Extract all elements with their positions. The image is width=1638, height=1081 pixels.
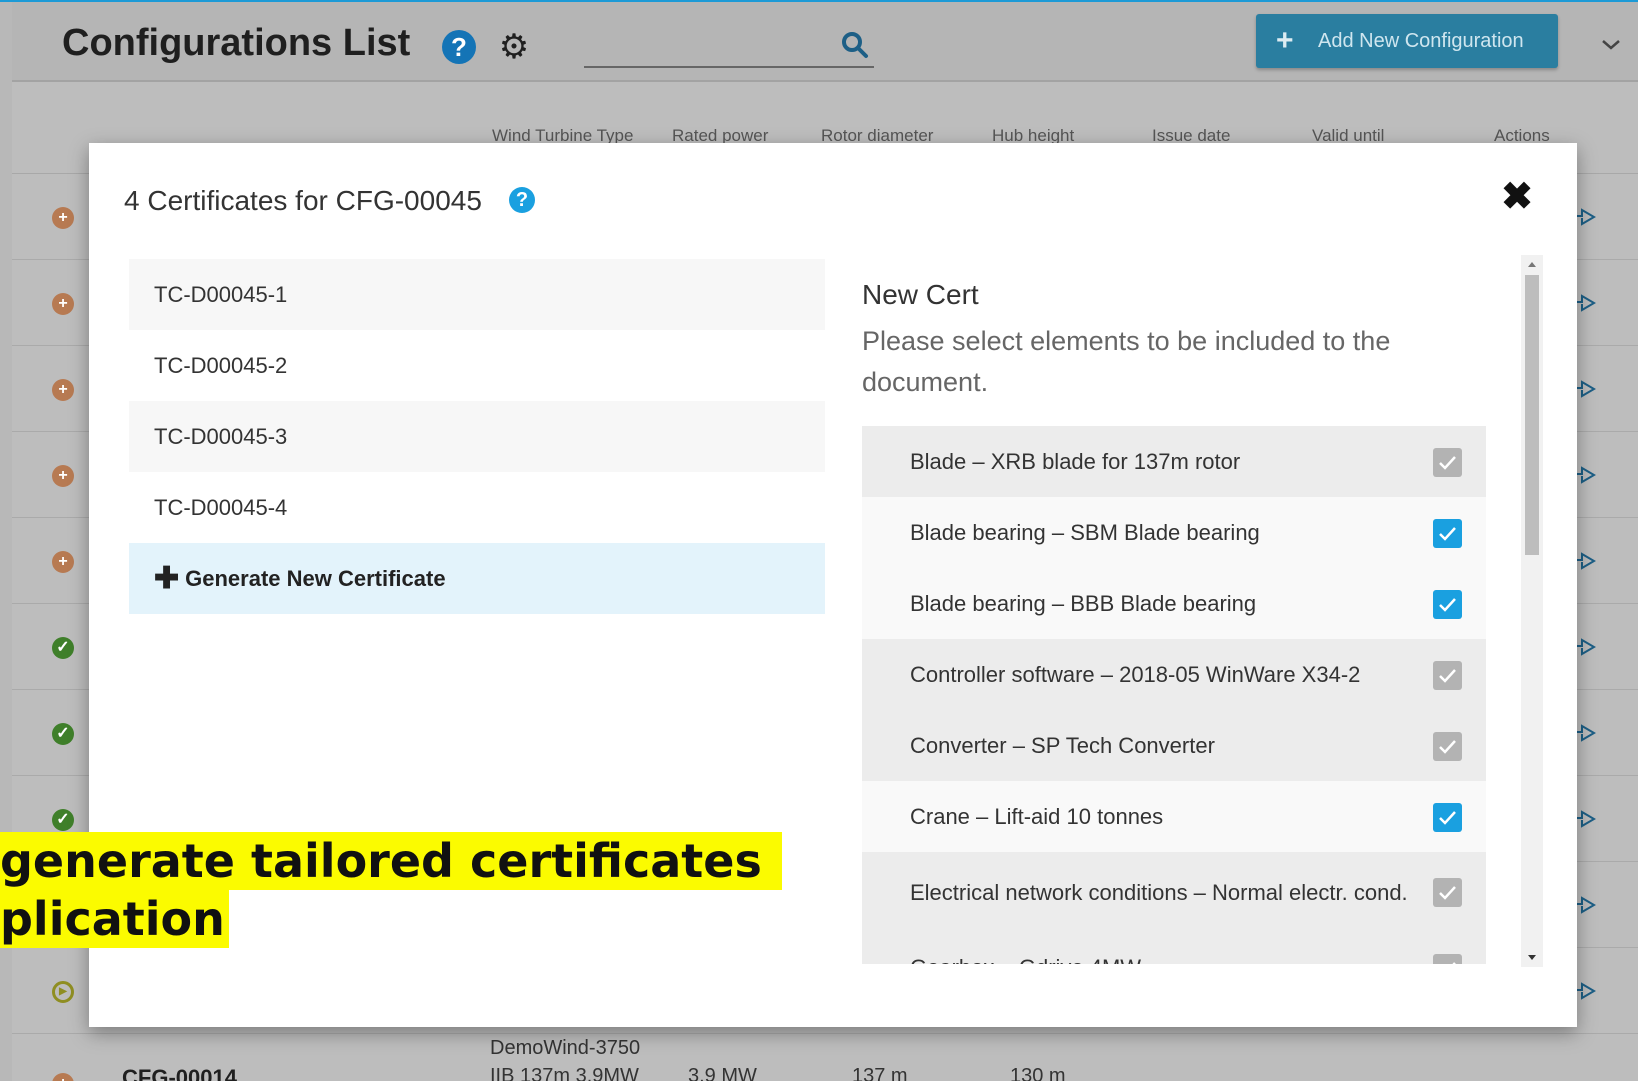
gear-icon[interactable]: ⚙ — [497, 30, 531, 64]
check-icon — [1439, 598, 1456, 612]
element-row[interactable]: Blade bearing – SBM Blade bearing — [862, 497, 1486, 568]
caption-line-2: plication — [0, 890, 229, 948]
turbine-type-line1: DemoWind-3750 — [490, 1037, 641, 1059]
check-icon — [1439, 527, 1456, 541]
search-box — [584, 24, 874, 68]
table-row[interactable]: + CFG-00014 DemoWind-3750 IIB 137m 3.9MW… — [12, 1027, 1638, 1081]
generate-new-certificate-label: Generate New Certificate — [185, 566, 446, 591]
element-label: Electrical network conditions – Normal e… — [910, 879, 1408, 905]
element-label: Controller software – 2018-05 WinWare X3… — [910, 662, 1361, 687]
approved-status-icon: ✓ — [52, 723, 74, 745]
checkbox-disabled — [1433, 661, 1462, 690]
help-icon[interactable]: ? — [509, 187, 535, 213]
element-label: Blade – XRB blade for 137m rotor — [910, 449, 1241, 474]
check-icon — [1439, 456, 1456, 470]
pending-status-icon: + — [52, 207, 74, 229]
check-icon — [1439, 886, 1456, 900]
pending-status-icon: + — [52, 293, 74, 315]
scroll-down-icon[interactable] — [1521, 947, 1543, 967]
checkbox[interactable] — [1433, 519, 1462, 548]
checkbox[interactable] — [1433, 590, 1462, 619]
check-icon — [1452, 962, 1456, 964]
certificate-item[interactable]: TC-D00045-1 — [129, 259, 825, 330]
new-cert-panel: New Cert Please select elements to be in… — [860, 259, 1492, 964]
plus-icon: + — [1276, 24, 1294, 57]
element-label: Converter – SP Tech Converter — [910, 733, 1215, 758]
pending-status-icon: + — [52, 1073, 74, 1081]
checkbox[interactable] — [1433, 803, 1462, 832]
modal-title: 4 Certificates for CFG-00045 — [124, 185, 482, 216]
check-icon — [1439, 811, 1456, 825]
element-label: Gearbox – Gdrive 4MW — [910, 932, 1410, 964]
add-new-configuration-button[interactable]: + Add New Configuration — [1256, 14, 1558, 68]
help-icon[interactable]: ? — [442, 30, 476, 64]
element-label: Blade bearing – SBM Blade bearing — [910, 520, 1260, 545]
checkbox-disabled — [1433, 954, 1462, 964]
checkbox-disabled — [1433, 878, 1462, 907]
in-progress-status-icon: ▶ — [52, 981, 74, 1003]
new-cert-title: New Cert — [862, 279, 979, 310]
element-row: Electrical network conditions – Normal e… — [862, 852, 1486, 932]
element-row[interactable]: Crane – Lift-aid 10 tonnes — [862, 781, 1486, 852]
config-id[interactable]: CFG-00014 — [122, 1065, 237, 1081]
rotor-diameter-value: 137 m — [852, 1065, 908, 1081]
scroll-up-icon[interactable] — [1521, 255, 1543, 275]
scroll-thumb[interactable] — [1525, 275, 1539, 555]
new-cert-description: Please select elements to be included to… — [862, 326, 1391, 397]
search-input[interactable] — [584, 24, 824, 66]
hub-height-value: 130 m — [1010, 1065, 1066, 1081]
page-header: Configurations List ? ⚙ + Add New Config… — [12, 2, 1638, 82]
pending-status-icon: + — [52, 379, 74, 401]
element-row: Blade – XRB blade for 137m rotor — [862, 426, 1486, 497]
checkbox-disabled — [1433, 448, 1462, 477]
turbine-type-line2: IIB 137m 3.9MW — [490, 1065, 639, 1081]
search-icon[interactable] — [840, 30, 870, 60]
element-row: Converter – SP Tech Converter — [862, 710, 1486, 781]
chevron-down-icon[interactable] — [1598, 36, 1624, 54]
plus-icon: ✚ — [154, 562, 180, 595]
certificate-list: TC-D00045-1 TC-D00045-2 TC-D00045-3 TC-D… — [129, 259, 825, 614]
element-list: Blade – XRB blade for 137m rotor Blade b… — [862, 426, 1486, 964]
approved-status-icon: ✓ — [52, 809, 74, 831]
element-row[interactable]: Blade bearing – BBB Blade bearing — [862, 568, 1486, 639]
rated-power-value: 3.9 MW — [688, 1065, 757, 1081]
check-icon — [1439, 740, 1456, 754]
add-new-configuration-label: Add New Configuration — [1318, 30, 1524, 52]
checkbox-disabled — [1433, 732, 1462, 761]
close-icon[interactable]: ✖ — [1499, 178, 1535, 216]
certificate-item[interactable]: TC-D00045-4 — [129, 472, 825, 543]
check-icon — [1439, 669, 1456, 683]
certificates-modal: 4 Certificates for CFG-00045 ? ✖ TC-D000… — [89, 143, 1577, 1027]
certificate-item[interactable]: TC-D00045-3 — [129, 401, 825, 472]
certificate-item[interactable]: TC-D00045-2 — [129, 330, 825, 401]
element-label: Blade bearing – BBB Blade bearing — [910, 591, 1257, 616]
page-title: Configurations List — [62, 22, 411, 64]
scrollbar[interactable] — [1521, 255, 1543, 967]
generate-new-certificate-button[interactable]: ✚ Generate New Certificate — [129, 543, 825, 614]
pending-status-icon: + — [52, 465, 74, 487]
element-row: Gearbox – Gdrive 4MW — [862, 932, 1486, 964]
pending-status-icon: + — [52, 551, 74, 573]
element-label: Crane – Lift-aid 10 tonnes — [910, 804, 1164, 829]
caption-line-1: generate tailored certificates — [0, 832, 782, 890]
element-row: Controller software – 2018-05 WinWare X3… — [862, 639, 1486, 710]
approved-status-icon: ✓ — [52, 637, 74, 659]
